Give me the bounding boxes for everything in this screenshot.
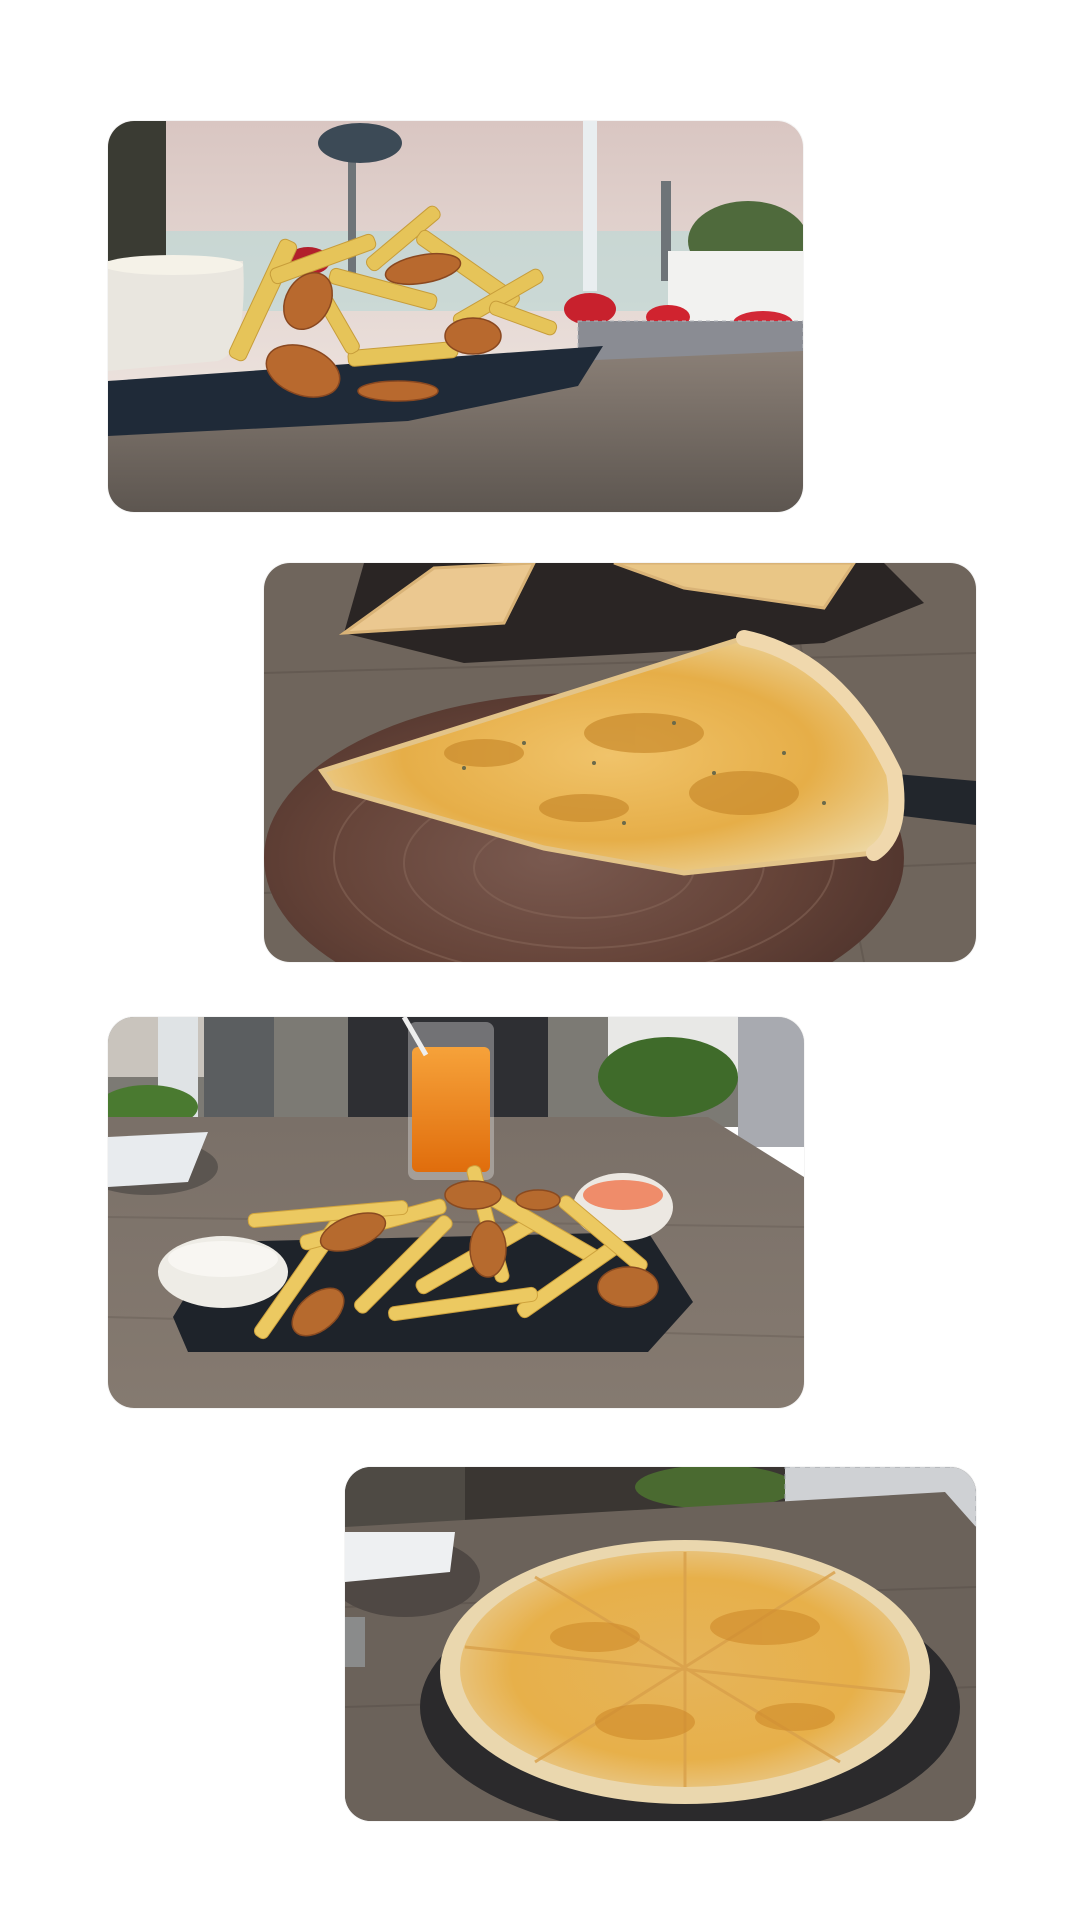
gallery-photo-pizza-slice[interactable] [264, 563, 976, 962]
gallery-photo-fries-terrace[interactable] [108, 121, 803, 512]
gallery-photo-fries-juice[interactable] [108, 1017, 804, 1408]
whole-pizza-image [345, 1467, 976, 1821]
gallery-photo-whole-pizza[interactable] [345, 1467, 976, 1821]
fries-terrace-image [108, 121, 803, 512]
pizza-slice-image [264, 563, 976, 962]
photo-gallery-page [0, 0, 1080, 1920]
fries-juice-image [108, 1017, 804, 1408]
